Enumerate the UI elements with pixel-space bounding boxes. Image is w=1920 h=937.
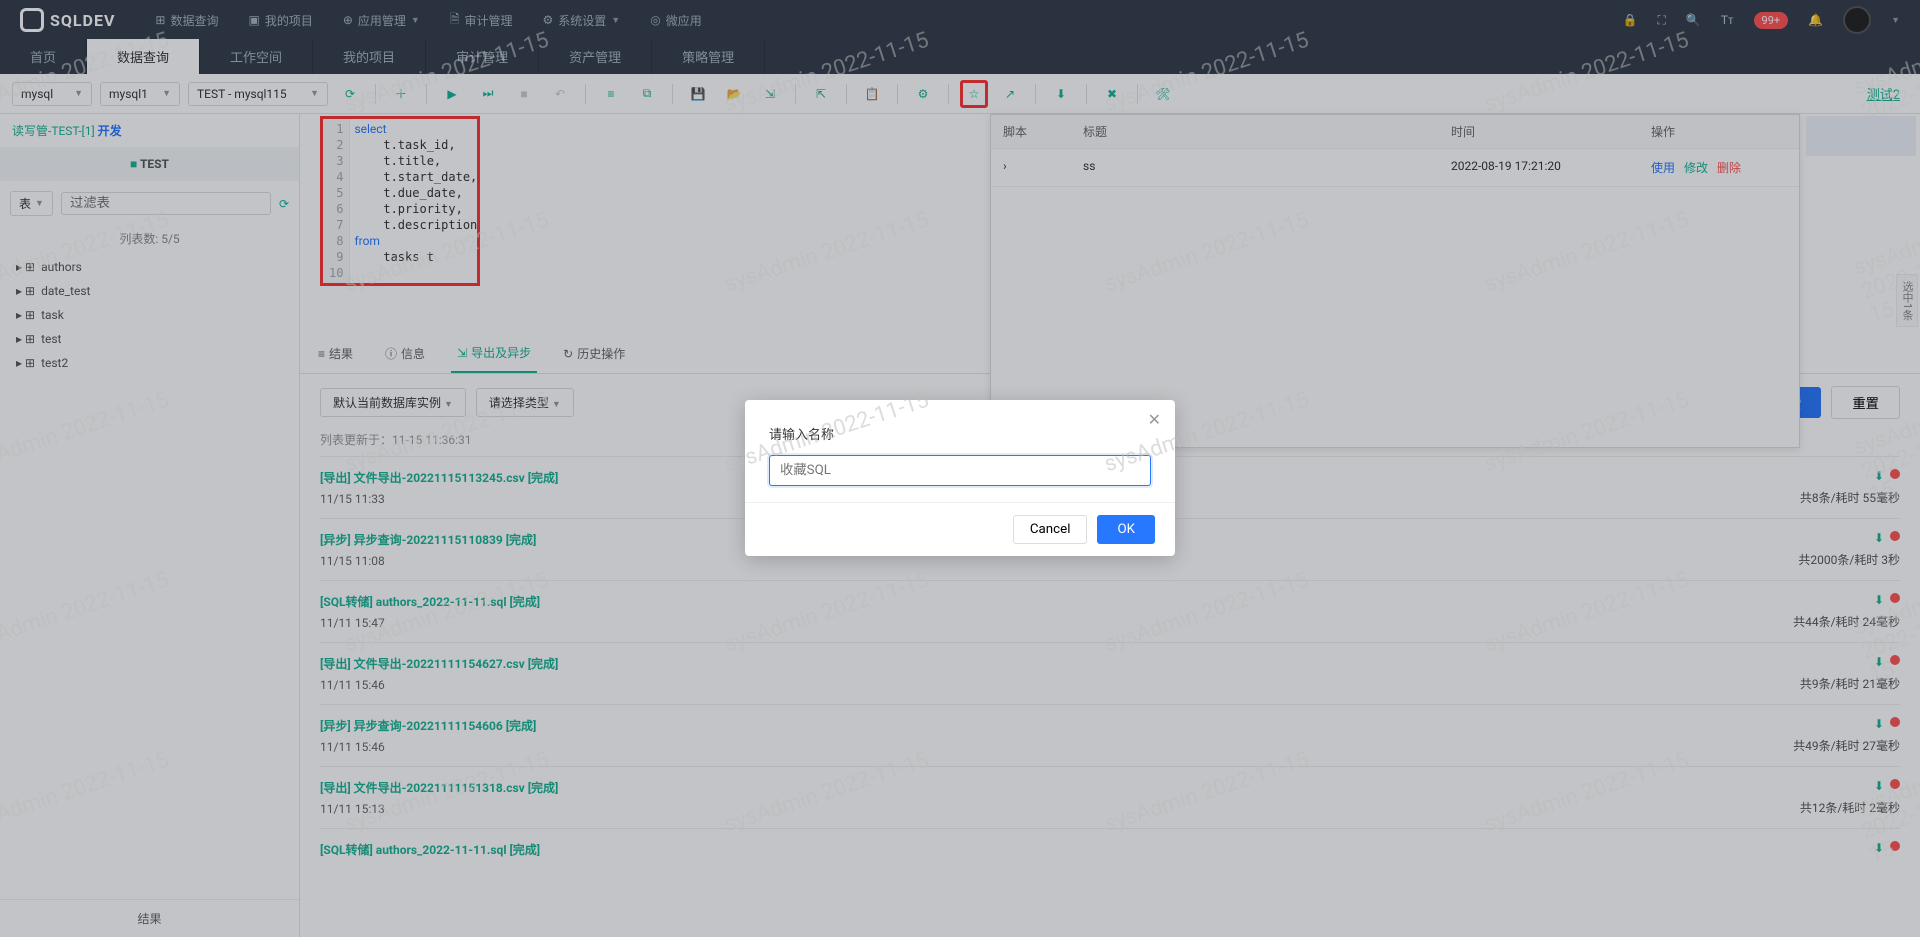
close-icon[interactable]: ✕ bbox=[1148, 410, 1161, 429]
save-favorite-modal: ✕ 请输入名称 Cancel OK bbox=[745, 400, 1175, 556]
ok-button[interactable]: OK bbox=[1097, 515, 1155, 544]
modal-label: 请输入名称 bbox=[769, 424, 1151, 443]
cancel-button[interactable]: Cancel bbox=[1013, 515, 1088, 544]
favorite-name-input[interactable] bbox=[769, 455, 1151, 486]
